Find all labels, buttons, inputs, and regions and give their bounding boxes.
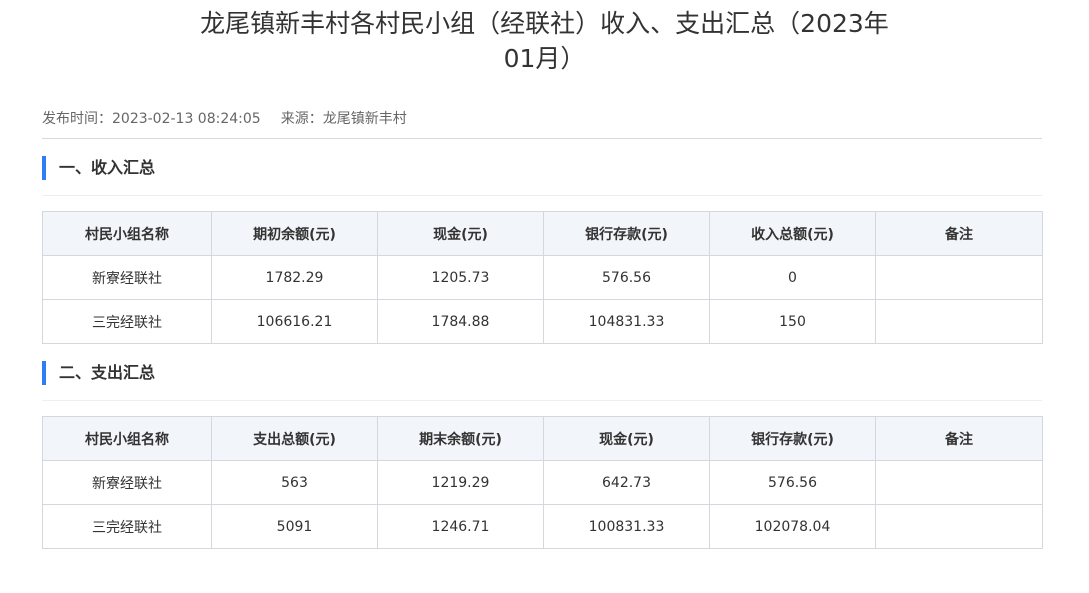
column-header: 村民小组名称 xyxy=(42,416,212,461)
table-cell: 新寮经联社 xyxy=(42,460,212,505)
table-cell: 1784.88 xyxy=(377,299,544,344)
table-row: 新寮经联社 1782.29 1205.73 576.56 0 xyxy=(42,255,1043,300)
table-cell: 102078.04 xyxy=(709,504,876,549)
table-cell: 三完经联社 xyxy=(42,299,212,344)
expense-table: 村民小组名称 支出总额(元) 期末余额(元) 现金(元) 银行存款(元) 备注 … xyxy=(42,416,1043,549)
table-cell: 1782.29 xyxy=(211,255,378,300)
column-header: 村民小组名称 xyxy=(42,211,212,256)
table-cell: 104831.33 xyxy=(543,299,710,344)
table-cell: 576.56 xyxy=(709,460,876,505)
section-accent-bar xyxy=(42,156,46,180)
income-section-header: 一、收入汇总 xyxy=(42,156,1042,196)
page-title-line2: 01月） xyxy=(503,44,586,73)
column-header: 期末余额(元) xyxy=(377,416,544,461)
page-title-line1: 龙尾镇新丰村各村民小组（经联社）收入、支出汇总（2023年 xyxy=(200,9,889,38)
table-cell: 0 xyxy=(709,255,876,300)
table-cell: 576.56 xyxy=(543,255,710,300)
expense-section-header: 二、支出汇总 xyxy=(42,361,1042,401)
table-cell: 三完经联社 xyxy=(42,504,212,549)
column-header: 现金(元) xyxy=(543,416,710,461)
expense-table-header-row: 村民小组名称 支出总额(元) 期末余额(元) 现金(元) 银行存款(元) 备注 xyxy=(42,416,1043,461)
table-cell: 106616.21 xyxy=(211,299,378,344)
table-cell: 1219.29 xyxy=(377,460,544,505)
income-table-header-row: 村民小组名称 期初余额(元) 现金(元) 银行存款(元) 收入总额(元) 备注 xyxy=(42,211,1043,256)
table-cell xyxy=(875,255,1043,300)
table-row: 三完经联社 5091 1246.71 100831.33 102078.04 xyxy=(42,504,1043,549)
section-divider xyxy=(42,400,1042,401)
income-table: 村民小组名称 期初余额(元) 现金(元) 银行存款(元) 收入总额(元) 备注 … xyxy=(42,211,1043,344)
article-meta: 发布时间：2023-02-13 08:24:05 来源：龙尾镇新丰村 xyxy=(42,110,407,128)
table-cell: 新寮经联社 xyxy=(42,255,212,300)
table-row: 新寮经联社 563 1219.29 642.73 576.56 xyxy=(42,460,1043,505)
column-header: 支出总额(元) xyxy=(211,416,378,461)
expense-section-title: 二、支出汇总 xyxy=(59,363,156,382)
table-cell xyxy=(875,460,1043,505)
column-header: 期初余额(元) xyxy=(211,211,378,256)
column-header: 备注 xyxy=(875,416,1043,461)
table-row: 三完经联社 106616.21 1784.88 104831.33 150 xyxy=(42,299,1043,344)
column-header: 银行存款(元) xyxy=(709,416,876,461)
column-header: 银行存款(元) xyxy=(543,211,710,256)
column-header: 现金(元) xyxy=(377,211,544,256)
table-cell: 5091 xyxy=(211,504,378,549)
publish-time: 发布时间：2023-02-13 08:24:05 xyxy=(42,111,261,127)
table-cell: 100831.33 xyxy=(543,504,710,549)
table-cell: 642.73 xyxy=(543,460,710,505)
article-source: 来源：龙尾镇新丰村 xyxy=(280,111,407,127)
page-title: 龙尾镇新丰村各村民小组（经联社）收入、支出汇总（2023年 01月） xyxy=(150,6,939,76)
meta-divider xyxy=(42,138,1042,139)
table-cell xyxy=(875,504,1043,549)
table-cell: 1246.71 xyxy=(377,504,544,549)
column-header: 收入总额(元) xyxy=(709,211,876,256)
table-cell: 563 xyxy=(211,460,378,505)
section-divider xyxy=(42,195,1042,196)
article-page: 龙尾镇新丰村各村民小组（经联社）收入、支出汇总（2023年 01月） 发布时间：… xyxy=(0,0,1089,593)
table-cell xyxy=(875,299,1043,344)
table-cell: 1205.73 xyxy=(377,255,544,300)
table-cell: 150 xyxy=(709,299,876,344)
income-section-title: 一、收入汇总 xyxy=(59,158,156,177)
section-accent-bar xyxy=(42,361,46,385)
column-header: 备注 xyxy=(875,211,1043,256)
